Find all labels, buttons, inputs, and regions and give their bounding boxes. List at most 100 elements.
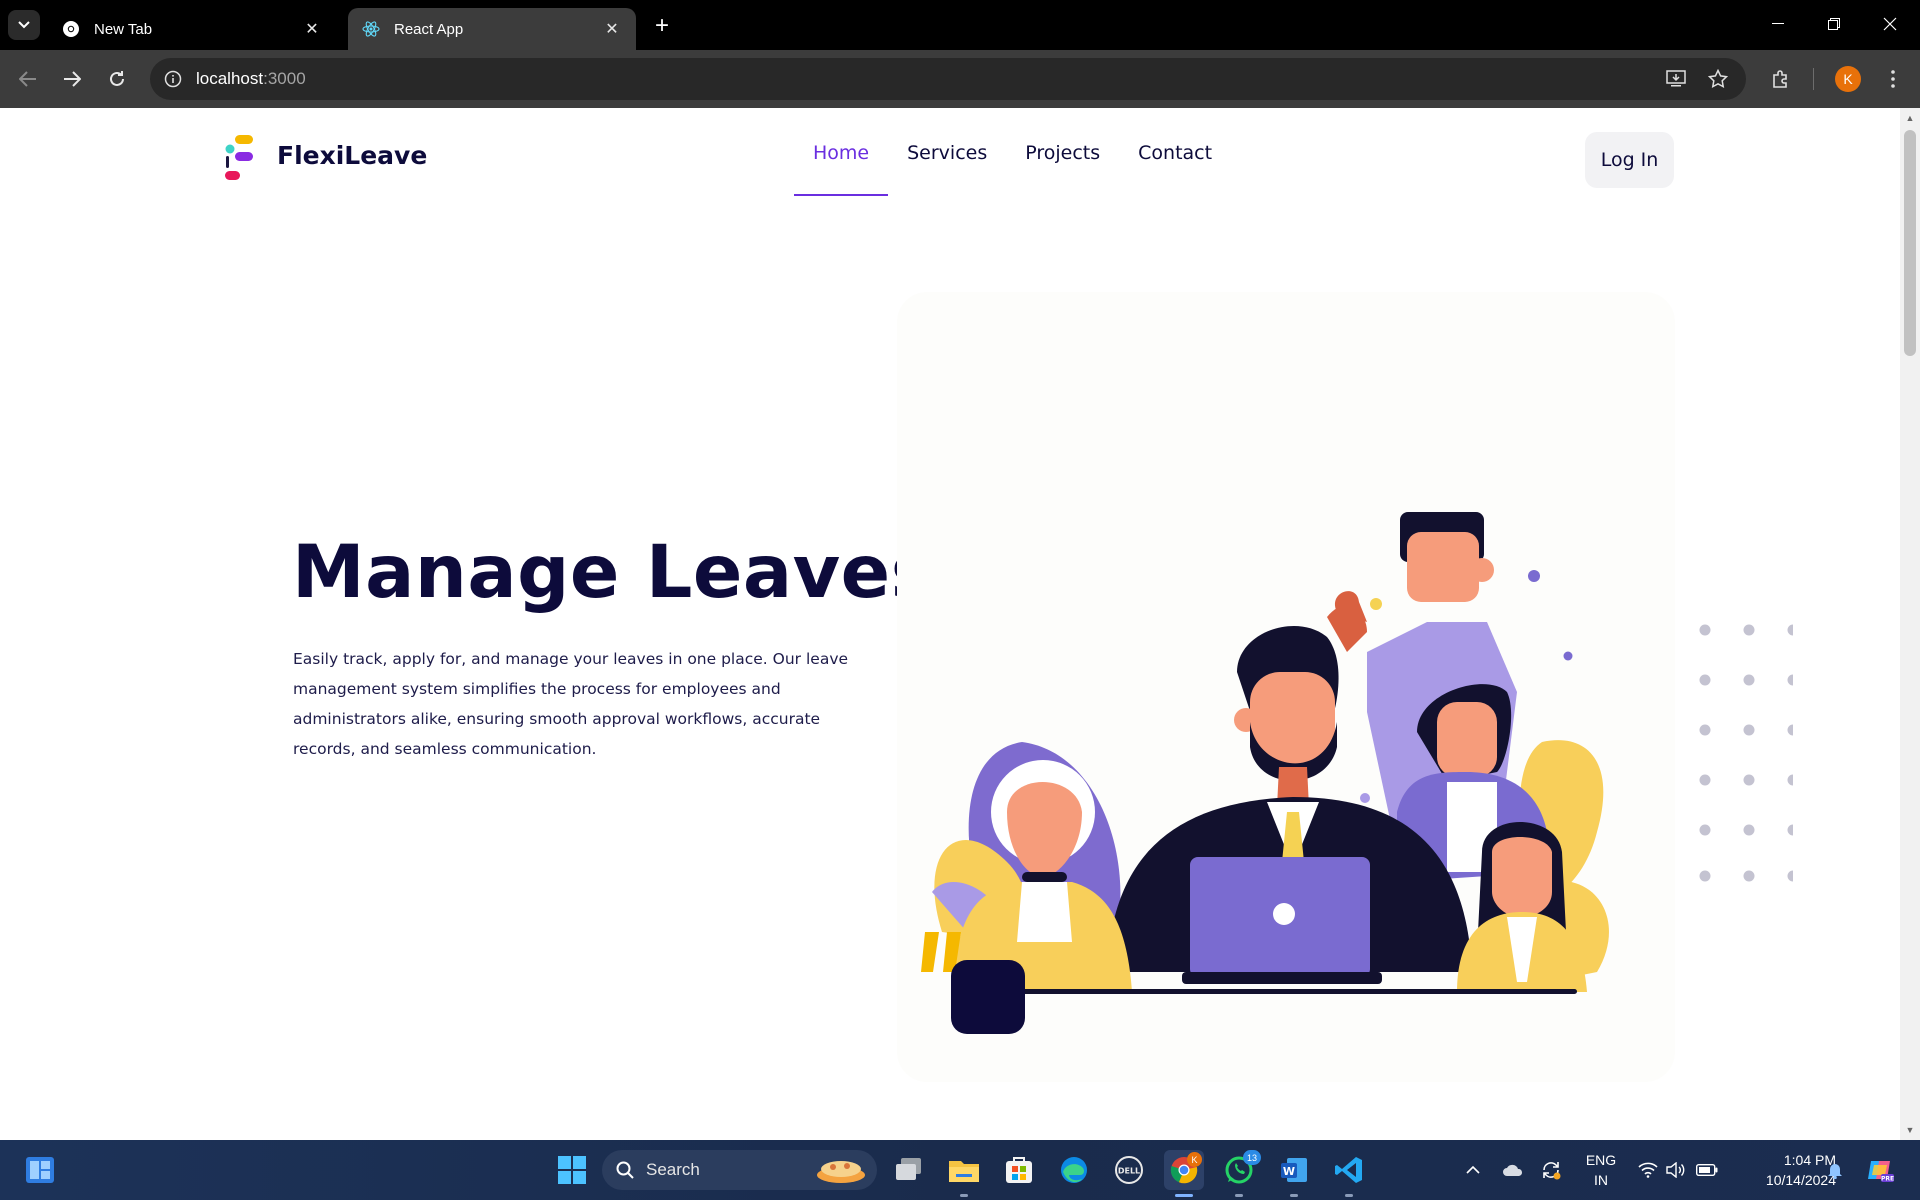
windows-taskbar: Search DELL K 13 W ENG IN 1:04 PM 10/14/… <box>0 1140 1920 1200</box>
decorative-dot-grid <box>1699 624 1793 882</box>
word-icon: W <box>1281 1158 1307 1182</box>
scroll-down-arrow-icon[interactable]: ▼ <box>1900 1122 1920 1138</box>
brand-name[interactable]: FlexiLeave <box>277 141 427 170</box>
nav-services[interactable]: Services <box>888 108 1006 188</box>
close-icon[interactable]: ✕ <box>302 19 322 39</box>
vscode-icon <box>1335 1157 1362 1183</box>
task-view-button[interactable] <box>889 1150 929 1190</box>
svg-text:W: W <box>1283 1165 1295 1178</box>
whatsapp-button[interactable]: 13 <box>1219 1150 1261 1190</box>
chrome-profile-badge: K <box>1187 1152 1202 1167</box>
tab-label: New Tab <box>94 20 153 38</box>
close-icon[interactable]: ✕ <box>602 19 622 39</box>
copilot-button[interactable]: PRE <box>1862 1140 1898 1200</box>
edge-icon <box>1061 1157 1087 1183</box>
minimize-icon <box>1772 23 1784 24</box>
reload-button[interactable] <box>101 63 133 95</box>
arrow-right-icon <box>64 71 81 87</box>
profile-avatar[interactable]: K <box>1835 66 1861 92</box>
language-indicator[interactable]: ENG IN <box>1578 1150 1624 1190</box>
running-indicator <box>960 1194 968 1197</box>
dell-icon: DELL <box>1115 1156 1143 1184</box>
show-hidden-icons-button[interactable] <box>1462 1140 1484 1200</box>
restore-icon <box>1828 18 1840 30</box>
restore-button[interactable] <box>1806 8 1862 40</box>
chevron-up-icon <box>1466 1166 1480 1174</box>
notifications-button[interactable] <box>1822 1140 1848 1200</box>
scroll-up-arrow-icon[interactable]: ▲ <box>1900 110 1920 126</box>
hero-title: Manage Leaves <box>292 530 935 615</box>
running-indicator <box>1290 1194 1298 1197</box>
edge-button[interactable] <box>1054 1150 1094 1190</box>
page-scrollbar[interactable]: ▲ ▼ <box>1900 108 1920 1140</box>
taskbar-clock[interactable]: 1:04 PM 10/14/2024 <box>1728 1150 1836 1190</box>
main-nav: Home Services Projects Contact <box>794 108 1231 208</box>
windows-logo-icon <box>558 1156 586 1184</box>
scrollbar-thumb[interactable] <box>1904 130 1916 356</box>
close-icon <box>1883 17 1897 31</box>
arrow-left-icon <box>19 71 36 87</box>
region-code: IN <box>1594 1172 1608 1188</box>
flexileave-logo[interactable] <box>222 132 262 184</box>
svg-text:DELL: DELL <box>1118 1167 1140 1176</box>
page-viewport: FlexiLeave Home Services Projects Contac… <box>0 108 1900 1140</box>
wifi-button[interactable] <box>1636 1140 1660 1200</box>
reload-icon <box>110 71 124 86</box>
url-text: localhost:3000 <box>196 69 306 88</box>
dell-button[interactable]: DELL <box>1109 1150 1149 1190</box>
tab-search-button[interactable] <box>8 10 40 40</box>
notification-badge: 13 <box>1243 1150 1261 1165</box>
start-button[interactable] <box>552 1150 592 1190</box>
store-icon <box>1006 1157 1032 1183</box>
search-icon <box>616 1161 634 1179</box>
login-button[interactable]: Log In <box>1585 132 1674 188</box>
browser-menu-button[interactable] <box>1877 63 1909 95</box>
hero-description: Easily track, apply for, and manage your… <box>293 650 849 758</box>
star-icon <box>1708 69 1728 88</box>
minimize-button[interactable] <box>1750 8 1806 40</box>
sync-button[interactable] <box>1538 1140 1564 1200</box>
bell-icon <box>1828 1164 1842 1179</box>
site-info-icon[interactable] <box>162 68 184 90</box>
file-explorer-button[interactable] <box>944 1150 984 1190</box>
browser-toolbar: localhost:3000 <box>0 50 1920 108</box>
svg-text:PRE: PRE <box>1881 1176 1894 1183</box>
running-indicator <box>1345 1194 1353 1197</box>
nav-home[interactable]: Home <box>794 108 889 196</box>
folder-icon <box>949 1161 979 1182</box>
volume-button[interactable] <box>1664 1140 1688 1200</box>
bookmark-button[interactable] <box>1702 58 1734 100</box>
battery-icon <box>1696 1164 1718 1176</box>
more-vert-icon <box>1891 70 1895 88</box>
close-window-button[interactable] <box>1862 8 1918 40</box>
forward-button[interactable] <box>56 63 88 95</box>
onedrive-button[interactable] <box>1500 1140 1526 1200</box>
tab-new-tab[interactable]: New Tab ✕ <box>48 8 336 50</box>
react-icon <box>362 20 380 38</box>
chrome-taskbar-button[interactable]: K <box>1164 1150 1204 1190</box>
install-app-button[interactable] <box>1660 58 1692 100</box>
task-view-icon <box>896 1158 921 1180</box>
vscode-button[interactable] <box>1329 1150 1369 1190</box>
search-highlight-icon <box>817 1161 865 1183</box>
site-header: FlexiLeave Home Services Projects Contac… <box>0 108 1900 208</box>
address-bar[interactable]: localhost:3000 <box>150 58 1746 100</box>
taskbar-search[interactable]: Search <box>602 1150 877 1190</box>
sync-icon <box>1543 1162 1561 1180</box>
language-code: ENG <box>1585 1152 1617 1168</box>
nav-contact[interactable]: Contact <box>1119 108 1231 188</box>
back-button[interactable] <box>12 63 44 95</box>
chevron-down-icon <box>18 21 30 29</box>
nav-projects[interactable]: Projects <box>1006 108 1119 188</box>
new-tab-button[interactable]: + <box>648 12 676 40</box>
tab-react-app[interactable]: React App ✕ <box>348 8 636 50</box>
copilot-icon: PRE <box>1868 1161 1894 1183</box>
microsoft-store-button[interactable] <box>999 1150 1039 1190</box>
extensions-button[interactable] <box>1765 63 1797 95</box>
wifi-icon <box>1638 1162 1658 1178</box>
battery-button[interactable] <box>1694 1140 1720 1200</box>
widgets-button[interactable] <box>20 1150 60 1190</box>
word-button[interactable]: W <box>1274 1150 1314 1190</box>
cloud-icon <box>1503 1164 1523 1176</box>
widgets-icon <box>26 1157 54 1183</box>
